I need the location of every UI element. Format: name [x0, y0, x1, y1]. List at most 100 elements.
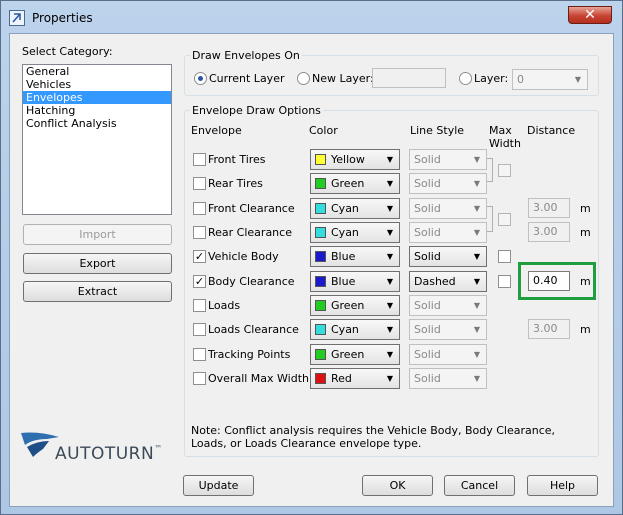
category-item-conflict-analysis[interactable]: Conflict Analysis	[23, 117, 171, 130]
window-title: Properties	[32, 11, 93, 25]
help-button[interactable]: Help	[527, 475, 598, 496]
overall-max-width-color-select[interactable]: Red ▼	[310, 368, 400, 389]
vehicle-body-label: Vehicle Body	[208, 250, 279, 263]
category-item-vehicles[interactable]: Vehicles	[23, 78, 171, 91]
chevron-down-icon: ▼	[386, 155, 394, 164]
loads-clearance-color-value: Cyan	[331, 323, 359, 336]
loads-clearance-distance-input[interactable]: 3.00	[528, 319, 570, 339]
tracking-points-style-value: Solid	[414, 348, 441, 361]
category-item-general[interactable]: General	[23, 65, 171, 78]
autoturn-logo-text: AUTOTURN™	[55, 444, 163, 464]
new-layer-radio[interactable]	[297, 72, 310, 85]
body-clearance-distance-input[interactable]: 0.40	[528, 271, 570, 291]
loads-color-select[interactable]: Green ▼	[310, 295, 400, 316]
green-swatch-icon	[315, 178, 326, 189]
category-item-hatching[interactable]: Hatching	[23, 104, 171, 117]
loads-style-select[interactable]: Solid ▼	[409, 295, 487, 316]
rear-tires-label: Rear Tires	[208, 177, 263, 190]
chevron-down-icon: ▼	[386, 179, 394, 188]
tracking-points-style-select[interactable]: Solid ▼	[409, 344, 487, 365]
chevron-down-icon: ▼	[386, 228, 394, 237]
front-tires-color-value: Yellow	[331, 153, 365, 166]
front-clearance-distance-input[interactable]: 3.00	[528, 198, 570, 218]
close-button[interactable]: ✕	[568, 6, 612, 24]
rear-clearance-style-select[interactable]: Solid ▼	[409, 222, 487, 243]
loads-checkbox[interactable]	[193, 299, 206, 312]
chevron-down-icon: ▼	[473, 204, 481, 213]
current-layer-radio[interactable]	[194, 72, 207, 85]
vehicle-body-color-value: Blue	[331, 250, 356, 263]
cyan-swatch-icon	[315, 324, 326, 335]
chevron-down-icon: ▼	[473, 228, 481, 237]
loads-clearance-style-value: Solid	[414, 323, 441, 336]
body-clearance-checkbox[interactable]: ✓	[193, 275, 206, 288]
front-tires-color-select[interactable]: Yellow ▼	[310, 149, 400, 170]
rear-tires-checkbox[interactable]	[193, 177, 206, 190]
cyan-swatch-icon	[315, 203, 326, 214]
clearance-max-width-checkbox[interactable]	[498, 213, 511, 226]
update-button[interactable]: Update	[183, 475, 254, 496]
loads-clearance-checkbox[interactable]	[193, 323, 206, 336]
envelope-header: Envelope	[191, 124, 242, 137]
tires-max-width-checkbox[interactable]	[498, 164, 511, 177]
tracking-points-color-value: Green	[331, 348, 365, 361]
close-icon: ✕	[584, 7, 596, 23]
layer-radio[interactable]	[459, 72, 472, 85]
new-layer-label: New Layer:	[312, 72, 374, 85]
loads-clearance-color-select[interactable]: Cyan ▼	[310, 319, 400, 340]
front-clearance-color-select[interactable]: Cyan ▼	[310, 198, 400, 219]
loads-clearance-unit: m	[580, 323, 591, 336]
max-width-header-line1: Max	[489, 124, 512, 137]
loads-clearance-style-select[interactable]: Solid ▼	[409, 319, 487, 340]
body-clearance-style-select[interactable]: Dashed ▼	[409, 271, 487, 292]
overall-max-width-checkbox[interactable]	[193, 372, 206, 385]
vehicle-body-style-select[interactable]: Solid ▼	[409, 246, 487, 267]
rear-tires-style-select[interactable]: Solid ▼	[409, 173, 487, 194]
category-item-envelopes[interactable]: Envelopes	[23, 91, 171, 104]
title-bar[interactable]: Properties ✕	[1, 1, 622, 35]
cancel-button[interactable]: Cancel	[444, 475, 515, 496]
conflict-analysis-note: Note: Conflict analysis requires the Veh…	[191, 424, 556, 450]
chevron-down-icon: ▼	[473, 350, 481, 359]
chevron-down-icon: ▼	[386, 374, 394, 383]
rear-tires-color-select[interactable]: Green ▼	[310, 173, 400, 194]
export-button[interactable]: Export	[23, 253, 172, 274]
body-clearance-label: Body Clearance	[208, 275, 295, 288]
tracking-points-checkbox[interactable]	[193, 348, 206, 361]
chevron-down-icon: ▼	[386, 252, 394, 261]
color-header: Color	[309, 124, 338, 137]
front-clearance-checkbox[interactable]	[193, 202, 206, 215]
green-swatch-icon	[315, 300, 326, 311]
vehicle-body-checkbox[interactable]: ✓	[193, 250, 206, 263]
import-button[interactable]: Import	[23, 224, 172, 245]
rear-clearance-checkbox[interactable]	[193, 226, 206, 239]
vehicle-body-color-select[interactable]: Blue ▼	[310, 246, 400, 267]
layer-select[interactable]: 0 ▼	[512, 69, 588, 90]
front-clearance-style-value: Solid	[414, 202, 441, 215]
front-tires-checkbox[interactable]	[193, 153, 206, 166]
extract-button[interactable]: Extract	[23, 281, 172, 302]
rear-clearance-distance-input[interactable]: 3.00	[528, 222, 570, 242]
blue-swatch-icon	[315, 251, 326, 262]
cyan-swatch-icon	[315, 227, 326, 238]
chevron-down-icon: ▼	[386, 204, 394, 213]
overall-max-width-color-value: Red	[331, 372, 352, 385]
tracking-points-color-select[interactable]: Green ▼	[310, 344, 400, 365]
front-clearance-style-select[interactable]: Solid ▼	[409, 198, 487, 219]
autoturn-wordmark: AUTOTURN	[55, 444, 155, 464]
body-clearance-max-width-checkbox[interactable]	[498, 275, 511, 288]
body-clearance-color-select[interactable]: Blue ▼	[310, 271, 400, 292]
chevron-down-icon: ▼	[386, 325, 394, 334]
chevron-down-icon: ▼	[473, 374, 481, 383]
rear-clearance-color-select[interactable]: Cyan ▼	[310, 222, 400, 243]
front-clearance-label: Front Clearance	[208, 202, 295, 215]
line-style-header: Line Style	[410, 124, 465, 137]
vehicle-body-max-width-checkbox[interactable]	[498, 250, 511, 263]
front-tires-style-select[interactable]: Solid ▼	[409, 149, 487, 170]
rear-clearance-color-value: Cyan	[331, 226, 359, 239]
overall-max-width-style-select[interactable]: Solid ▼	[409, 368, 487, 389]
layer-select-value: 0	[517, 73, 524, 86]
ok-button[interactable]: OK	[362, 475, 433, 496]
new-layer-input[interactable]	[372, 68, 446, 88]
category-list[interactable]: General Vehicles Envelopes Hatching Conf…	[22, 64, 172, 215]
